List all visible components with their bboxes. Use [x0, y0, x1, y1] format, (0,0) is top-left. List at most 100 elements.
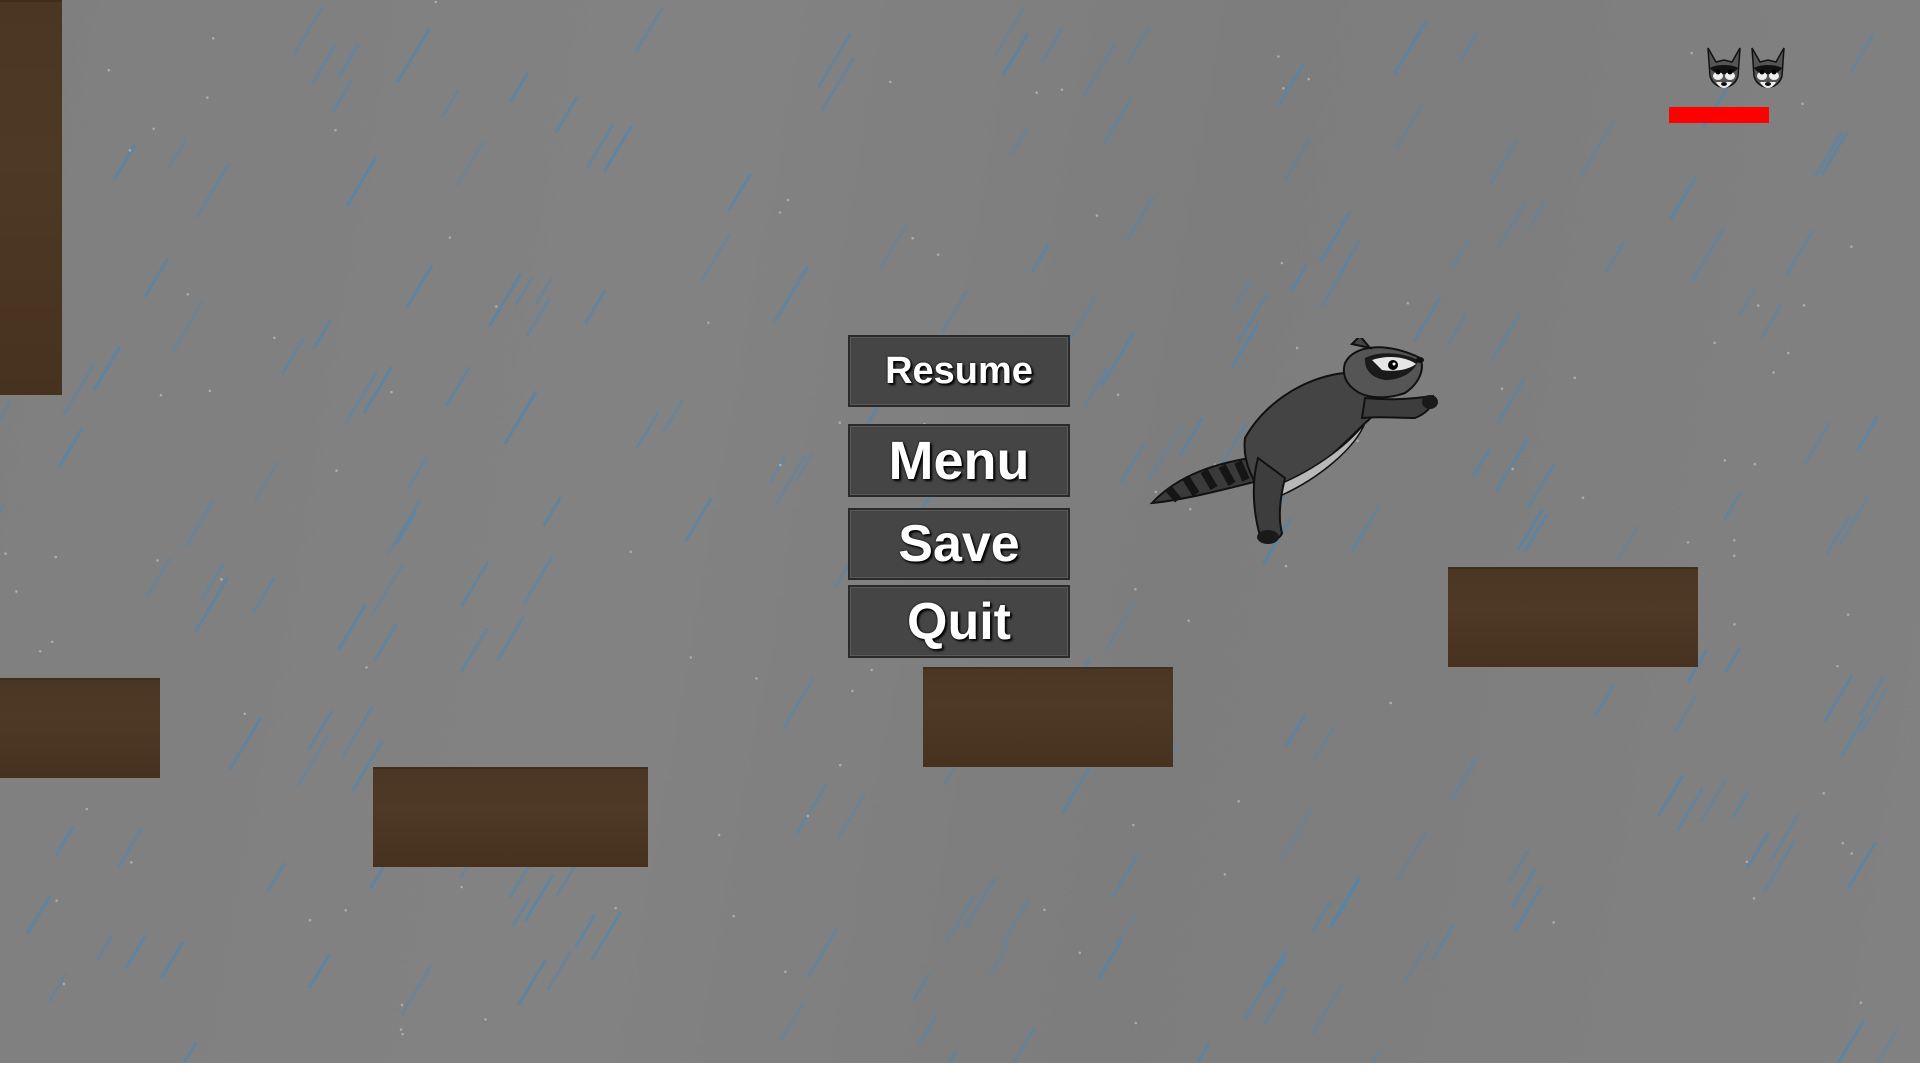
rain-speck	[335, 469, 338, 472]
raindrop	[312, 319, 332, 350]
rain-speck	[1035, 91, 1038, 94]
raindrop	[1489, 140, 1518, 185]
raindrop	[1472, 448, 1491, 477]
raccoon-icon	[1150, 338, 1438, 544]
raindrop	[517, 959, 547, 1006]
raindrop	[522, 556, 554, 606]
raindrop	[228, 716, 263, 771]
raindrop	[1849, 33, 1875, 73]
raindrop	[554, 96, 579, 134]
raindrop	[292, 6, 324, 56]
raindrop	[940, 289, 969, 334]
raindrop	[310, 44, 337, 86]
rain-speck	[186, 292, 190, 296]
platform	[923, 667, 1173, 767]
rain-speck	[399, 1028, 403, 1031]
rain-speck	[629, 550, 633, 554]
raindrop	[1283, 137, 1312, 182]
raindrop	[999, 899, 1031, 947]
rain-speck	[308, 918, 312, 922]
raindrop	[1393, 21, 1428, 75]
raindrop	[0, 503, 6, 514]
raindrop	[1285, 714, 1306, 747]
rain-speck	[1756, 304, 1760, 307]
raindrop	[1449, 238, 1471, 271]
game-screen: Resume Menu Save Quit	[0, 0, 1920, 1080]
raindrop	[167, 138, 188, 169]
rain-speck	[1511, 467, 1514, 471]
raindrop	[911, 973, 931, 1002]
raindrop	[146, 557, 172, 597]
raindrop	[341, 705, 375, 758]
raindrop	[1060, 767, 1091, 815]
rain-speck	[1552, 921, 1555, 924]
menu-button[interactable]: Menu	[848, 424, 1070, 497]
raindrop	[1839, 716, 1867, 757]
raindrop	[1040, 26, 1064, 64]
raindrop	[1083, 366, 1110, 407]
raindrop	[1265, 953, 1288, 989]
rain-speck	[1237, 800, 1241, 803]
raindrop	[160, 941, 185, 979]
raindrop	[1820, 131, 1849, 176]
raindrop	[396, 27, 432, 83]
rain-speck	[1786, 351, 1790, 355]
rain-speck	[334, 128, 337, 132]
raindrop	[661, 399, 684, 434]
rain-speck	[911, 236, 914, 240]
raindrop	[386, 499, 422, 555]
health-bar	[1669, 107, 1769, 123]
rain-speck	[786, 198, 790, 202]
raindrop	[509, 71, 530, 103]
rain-speck	[401, 1032, 404, 1036]
raindrop	[496, 616, 525, 661]
raindrop	[1875, 1026, 1901, 1063]
raindrop	[1289, 263, 1309, 293]
raindrop	[1125, 196, 1155, 242]
raindrop	[546, 950, 573, 992]
rain-speck	[434, 0, 438, 4]
raindrop	[307, 710, 334, 751]
raindrop	[54, 825, 75, 857]
rain-speck	[1686, 541, 1690, 544]
raindrop	[1526, 463, 1556, 510]
raindrop	[400, 965, 433, 1016]
raindrop	[1803, 422, 1831, 466]
rain-speck	[1850, 852, 1854, 855]
raindrop	[820, 57, 855, 112]
raindrop	[25, 895, 51, 935]
rain-speck	[273, 336, 276, 340]
raindrop	[1105, 603, 1136, 650]
raindrop	[440, 88, 460, 118]
raindrop	[1195, 1042, 1211, 1063]
raindrop	[1097, 940, 1123, 980]
raindrop	[1232, 278, 1253, 311]
raindrop	[1338, 239, 1362, 275]
rain-speck	[1060, 88, 1064, 91]
rain-speck	[220, 578, 223, 581]
rain-speck	[54, 555, 58, 559]
raindrop	[1370, 1052, 1380, 1063]
raindrop	[117, 827, 143, 868]
save-button[interactable]: Save	[848, 508, 1070, 580]
raindrop	[1737, 288, 1757, 317]
raindrop	[1102, 97, 1133, 145]
raindrop	[1110, 854, 1139, 899]
rain-speck	[707, 321, 710, 324]
quit-button[interactable]: Quit	[848, 585, 1070, 658]
raindrop	[1593, 684, 1615, 719]
raindrop	[1527, 200, 1547, 229]
raindrop	[407, 455, 429, 489]
raindrop	[95, 933, 114, 961]
raindrop	[1580, 121, 1615, 176]
resume-button[interactable]: Resume	[848, 335, 1070, 407]
raindrop	[947, 1051, 957, 1063]
rain-speck	[1802, 304, 1806, 307]
raindrop	[1010, 128, 1028, 156]
raindrop	[460, 627, 489, 673]
rain-speck	[107, 68, 111, 72]
raindrop	[395, 511, 418, 545]
rain-speck	[870, 668, 873, 672]
rain-speck	[888, 80, 892, 84]
raindrop	[1313, 725, 1336, 761]
